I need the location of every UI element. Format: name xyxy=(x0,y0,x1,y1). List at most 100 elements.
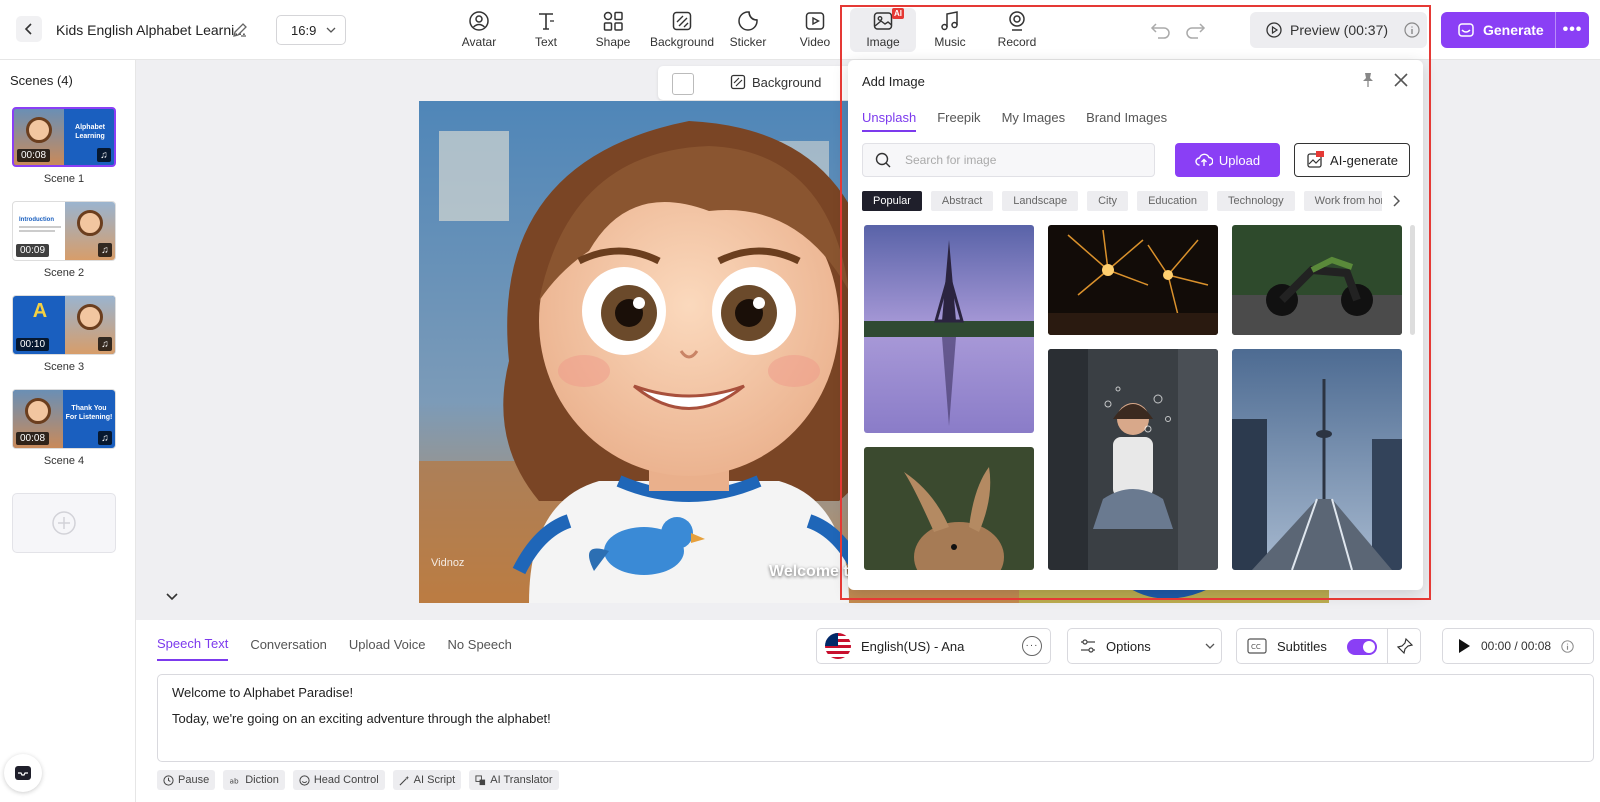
collapse-panel-button[interactable] xyxy=(157,586,187,608)
options-select[interactable]: Options xyxy=(1067,628,1222,664)
chevron-down-icon xyxy=(326,27,336,33)
close-icon[interactable] xyxy=(1393,72,1409,88)
tool-record[interactable]: Record xyxy=(987,10,1047,50)
ai-generate-button[interactable]: AI-generate xyxy=(1294,143,1410,177)
diction-button[interactable]: ab Diction xyxy=(223,770,285,790)
tab-upload-voice[interactable]: Upload Voice xyxy=(349,628,426,661)
tool-image[interactable]: Image AI xyxy=(850,8,916,52)
speech-text-editor[interactable]: Welcome to Alphabet Paradise! Today, we'… xyxy=(157,674,1594,762)
generate-button[interactable]: Generate ••• xyxy=(1441,12,1589,48)
speech-line[interactable]: Welcome to Alphabet Paradise! xyxy=(172,685,1579,701)
speech-line[interactable]: Today, we're going on an exciting advent… xyxy=(172,711,1579,727)
music-note-icon: ♫ xyxy=(98,243,112,257)
upload-button[interactable]: Upload xyxy=(1175,143,1280,177)
tool-label: Pause xyxy=(178,774,210,786)
ai-badge: AI xyxy=(892,8,904,19)
tool-avatar[interactable]: Avatar xyxy=(449,10,509,50)
scene-duration: 00:08 xyxy=(17,149,51,162)
voice-name: English(US) - Ana xyxy=(861,638,965,654)
category-chip-city[interactable]: City xyxy=(1087,191,1129,211)
tool-background[interactable]: Background xyxy=(650,10,714,50)
undo-icon[interactable] xyxy=(1150,20,1172,40)
scene-thumbnail[interactable]: A 00:10 ♫ xyxy=(12,295,116,355)
image-thumbnail[interactable] xyxy=(864,447,1034,570)
category-chip-abstract[interactable]: Abstract xyxy=(930,191,994,211)
tool-music[interactable]: Music xyxy=(920,10,980,50)
category-chip-education[interactable]: Education xyxy=(1137,191,1208,211)
image-search-input[interactable] xyxy=(905,153,1135,167)
cc-icon: CC xyxy=(1247,638,1267,654)
tab-no-speech[interactable]: No Speech xyxy=(448,628,512,661)
speech-tabs: Speech Text Conversation Upload Voice No… xyxy=(157,628,512,661)
tool-sticker[interactable]: Sticker xyxy=(718,10,778,50)
info-icon[interactable] xyxy=(1404,22,1420,38)
add-scene-button[interactable] xyxy=(12,493,116,553)
scene-thumbnail[interactable]: Introduction 00:09 ♫ xyxy=(12,201,116,261)
tool-video[interactable]: Video xyxy=(785,10,845,50)
pin-icon[interactable] xyxy=(1360,72,1376,88)
subtitles-toggle[interactable] xyxy=(1347,639,1377,655)
play-icon[interactable] xyxy=(1457,638,1471,654)
ai-script-button[interactable]: AI Script xyxy=(392,770,462,790)
image-thumbnail[interactable] xyxy=(864,225,1034,433)
category-chip-technology[interactable]: Technology xyxy=(1217,191,1295,211)
canvas-caption[interactable]: Welcome to xyxy=(769,563,859,581)
player-time: 00:00 / 00:08 xyxy=(1481,639,1552,653)
tab-conversation[interactable]: Conversation xyxy=(250,628,327,661)
background-icon xyxy=(730,74,746,90)
image-thumbnail[interactable] xyxy=(1048,225,1218,335)
canvas-background-tool[interactable]: Background xyxy=(730,74,821,90)
add-image-panel: Add Image Unsplash Freepik My Images Bra… xyxy=(848,60,1423,590)
redo-icon[interactable] xyxy=(1184,20,1206,40)
play-circle-icon xyxy=(1266,22,1282,38)
back-button[interactable] xyxy=(16,16,42,42)
info-icon[interactable] xyxy=(1561,639,1574,653)
subtitles-control: CC Subtitles xyxy=(1236,628,1421,664)
more-icon[interactable]: ··· xyxy=(1022,636,1042,656)
tool-text[interactable]: Text xyxy=(516,10,576,50)
color-swatch[interactable] xyxy=(672,73,694,95)
ai-translator-button[interactable]: AI Translator xyxy=(469,770,559,790)
scene-item[interactable]: Alphabet Learning 00:08 ♫ Scene 1 xyxy=(12,107,116,185)
tab-brand-images[interactable]: Brand Images xyxy=(1086,110,1167,132)
help-chat-button[interactable] xyxy=(4,754,42,792)
image-thumbnail[interactable] xyxy=(1048,349,1218,570)
scene-thumbnail[interactable]: Thank You For Listening! 00:08 ♫ xyxy=(12,389,116,449)
shape-icon xyxy=(603,11,623,31)
pencil-icon[interactable] xyxy=(231,21,249,39)
aspect-ratio-value: 16:9 xyxy=(291,22,317,38)
scene-label: Scene 1 xyxy=(43,173,85,185)
scene-item[interactable]: A 00:10 ♫ Scene 3 xyxy=(12,295,116,373)
tab-speech-text[interactable]: Speech Text xyxy=(157,628,229,661)
avatar-icon xyxy=(469,11,489,31)
image-grid xyxy=(864,225,1404,570)
tool-shape[interactable]: Shape xyxy=(583,10,643,50)
scene-item[interactable]: Introduction 00:09 ♫ Scene 2 xyxy=(12,201,116,279)
subtitle-style-button[interactable] xyxy=(1387,629,1422,663)
tab-freepik[interactable]: Freepik xyxy=(937,110,980,132)
preview-button[interactable]: Preview (00:37) xyxy=(1250,12,1427,48)
category-chip-popular[interactable]: Popular xyxy=(862,191,922,211)
generate-more-button[interactable]: ••• xyxy=(1555,12,1589,48)
image-thumbnail[interactable] xyxy=(1232,225,1402,335)
category-chip-landscape[interactable]: Landscape xyxy=(1002,191,1079,211)
category-chip-work-from-home[interactable]: Work from home xyxy=(1303,191,1382,211)
image-thumbnail[interactable] xyxy=(1232,349,1402,570)
cloud-upload-icon xyxy=(1195,153,1213,166)
scene-item[interactable]: Thank You For Listening! 00:08 ♫ Scene 4 xyxy=(12,389,116,467)
voice-select[interactable]: English(US) - Ana ··· xyxy=(816,628,1051,664)
ai-image-icon xyxy=(1307,151,1325,168)
grid-scrollbar[interactable] xyxy=(1410,225,1415,335)
plus-circle-icon xyxy=(52,511,76,535)
aspect-ratio-select[interactable]: 16:9 xyxy=(276,15,346,45)
pause-button[interactable]: Pause xyxy=(157,770,216,790)
chevron-right-icon[interactable] xyxy=(1388,191,1404,211)
tab-unsplash[interactable]: Unsplash xyxy=(862,110,917,132)
chevron-down-icon xyxy=(1205,643,1215,649)
scene-thumbnail[interactable]: Alphabet Learning 00:08 ♫ xyxy=(12,107,116,167)
background-icon xyxy=(672,11,692,31)
head-control-button[interactable]: Head Control xyxy=(292,770,385,790)
project-title[interactable]: Kids English Alphabet Learni... xyxy=(56,22,246,38)
tool-label: Shape xyxy=(595,35,631,49)
tab-my-images[interactable]: My Images xyxy=(1002,110,1066,132)
